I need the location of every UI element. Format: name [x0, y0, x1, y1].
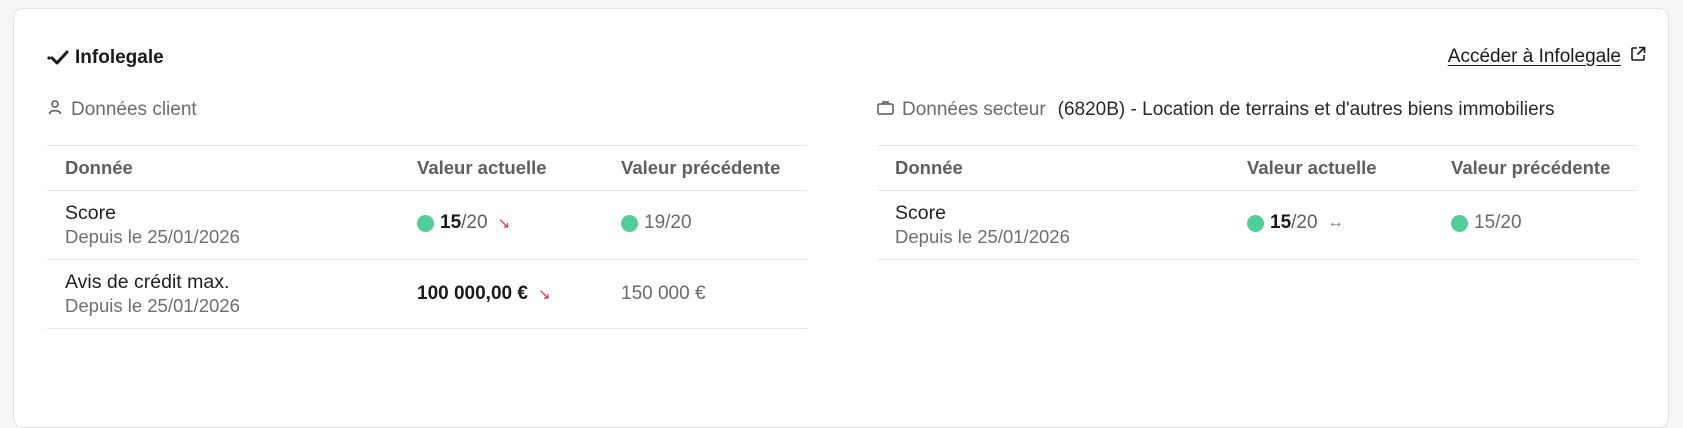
- previous-score: 15/20: [1474, 212, 1522, 234]
- current-value-cell: 100 000,00 € ↘: [399, 259, 603, 329]
- previous-value-cell: 150 000 €: [603, 259, 807, 329]
- current-credit-value: 100 000,00 €: [417, 283, 528, 304]
- data-cell: Score Depuis le 25/01/2026: [877, 190, 1229, 260]
- sector-section-label: Données secteur (6820B) - Location de te…: [877, 99, 1554, 121]
- card-header: Infolegale: [47, 47, 164, 69]
- trend-down-icon: ↘: [497, 215, 511, 233]
- card-title: Infolegale: [75, 47, 164, 68]
- client-section-label: Données client: [47, 99, 197, 121]
- score-status-dot: [1451, 214, 1468, 232]
- row-since-date: Depuis le 25/01/2026: [65, 295, 240, 316]
- row-title: Avis de crédit max.: [65, 271, 230, 293]
- trend-down-icon: ↘: [537, 286, 551, 303]
- external-link-icon[interactable]: [1630, 46, 1646, 68]
- previous-value-cell: 15/20: [1433, 190, 1637, 260]
- client-data-table: Donnée Valeur actuelle Valeur précédente…: [47, 145, 807, 329]
- trend-stable-icon: ↔: [1327, 214, 1344, 232]
- sector-section-title: Données secteur: [902, 99, 1046, 120]
- column-header-donnee: Donnée: [47, 145, 399, 191]
- client-section-title: Données client: [71, 99, 197, 120]
- current-value-cell: 15/20 ↔: [1229, 190, 1433, 260]
- column-header-valeur-precedente: Valeur précédente: [603, 145, 807, 191]
- row-title: Score: [895, 202, 946, 224]
- table-row: Avis de crédit max. Depuis le 25/01/2026…: [47, 259, 807, 329]
- score-status-dot: [621, 214, 638, 232]
- table-row: Score Depuis le 25/01/2026 15/20 ↔ 15/20: [877, 190, 1637, 260]
- row-title: Score: [65, 202, 116, 224]
- data-cell: Score Depuis le 25/01/2026: [47, 190, 399, 260]
- current-score: 15: [1270, 212, 1292, 234]
- previous-score: 19/20: [644, 212, 692, 234]
- row-since-date: Depuis le 25/01/2026: [65, 226, 240, 247]
- previous-credit-value: 150 000 €: [621, 283, 706, 304]
- current-score-scale: /20: [461, 212, 488, 234]
- data-cell: Avis de crédit max. Depuis le 25/01/2026: [47, 259, 399, 329]
- current-score: 15: [440, 212, 462, 234]
- score-status-dot: [417, 214, 434, 232]
- sector-data-table: Donnée Valeur actuelle Valeur précédente…: [877, 145, 1637, 260]
- current-value-cell: 15/20 ↘: [399, 190, 603, 260]
- column-header-valeur-actuelle: Valeur actuelle: [399, 145, 603, 191]
- table-row: Score Depuis le 25/01/2026 15/20 ↘ 19/20: [47, 190, 807, 260]
- previous-value-cell: 19/20: [603, 190, 807, 260]
- briefcase-icon: [877, 99, 894, 121]
- column-header-donnee: Donnée: [877, 145, 1229, 191]
- current-score-scale: /20: [1291, 212, 1318, 234]
- open-infolegale-link[interactable]: Accéder à Infolegale: [1448, 46, 1646, 68]
- table-header-row: Donnée Valeur actuelle Valeur précédente: [877, 145, 1637, 191]
- user-icon: [47, 99, 63, 121]
- row-since-date: Depuis le 25/01/2026: [895, 226, 1070, 247]
- double-check-icon: [47, 50, 69, 66]
- sector-code-description: (6820B) - Location de terrains et d'autr…: [1057, 99, 1555, 120]
- table-header-row: Donnée Valeur actuelle Valeur précédente: [47, 145, 807, 191]
- column-header-valeur-precedente: Valeur précédente: [1433, 145, 1637, 191]
- score-status-dot: [1247, 214, 1264, 232]
- open-infolegale-label[interactable]: Accéder à Infolegale: [1448, 46, 1621, 68]
- column-header-valeur-actuelle: Valeur actuelle: [1229, 145, 1433, 191]
